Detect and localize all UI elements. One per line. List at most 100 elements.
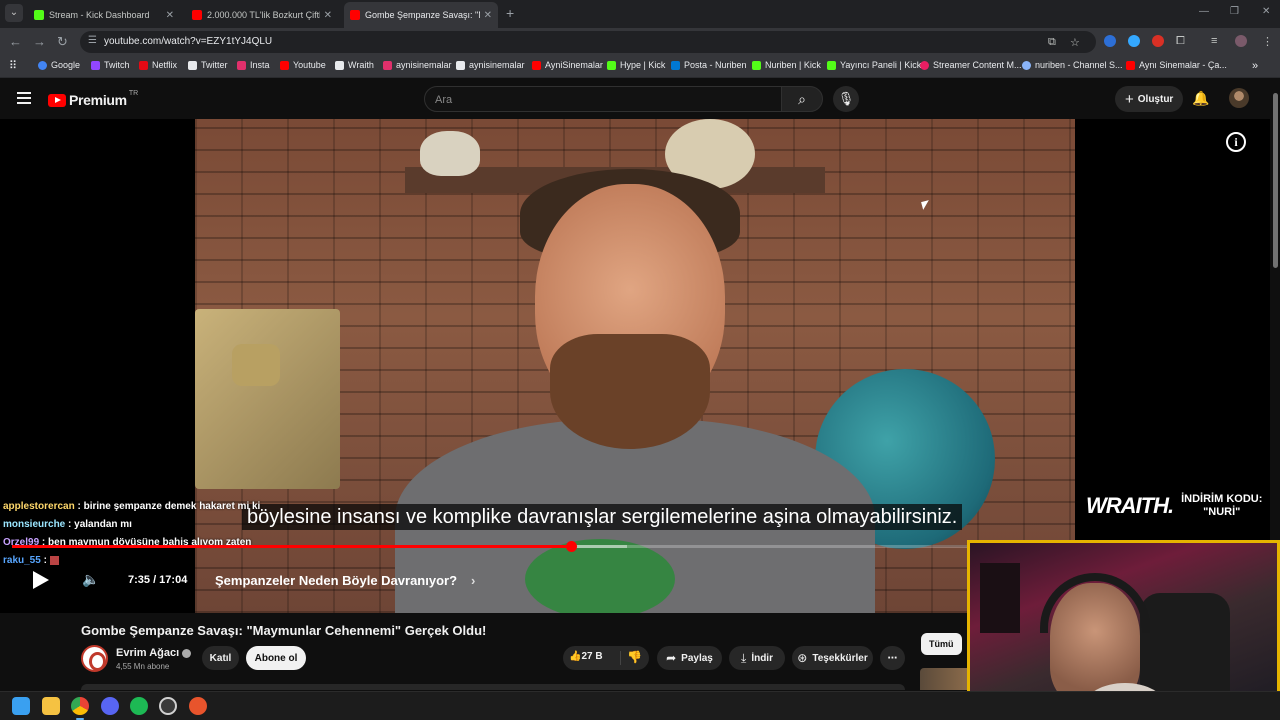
video-scene-shirt-logo xyxy=(525,539,675,613)
tab-bozkurt-video[interactable]: 2.000.000 TL'lik Bozkurt Çiftliği ✕ xyxy=(186,2,338,28)
subscribe-button[interactable]: Abone ol xyxy=(246,646,306,670)
bookmark-item[interactable]: aynisinemalar xyxy=(456,60,525,70)
brand-text: Premium xyxy=(69,92,127,108)
bookmark-item[interactable]: Twitter xyxy=(188,60,228,70)
bookmark-item[interactable]: Wraith xyxy=(335,60,374,70)
filter-chip-all[interactable]: Tümü xyxy=(921,633,962,655)
apps-grid-icon[interactable]: ⠿ xyxy=(9,59,17,72)
chapter-button[interactable]: Şempanzeler Neden Böyle Davranıyor? › xyxy=(215,573,475,588)
tab-close-icon[interactable]: ✕ xyxy=(166,10,174,21)
extensions-puzzle-icon[interactable]: ⧠ xyxy=(1176,35,1185,48)
tab-search-icon[interactable]: ⌄ xyxy=(5,4,23,22)
video-info-icon[interactable]: i xyxy=(1226,132,1246,152)
bookmark-item[interactable]: Hype | Kick xyxy=(607,60,665,70)
file-explorer-icon[interactable] xyxy=(42,697,60,715)
chat-username: applestorercan xyxy=(3,501,75,512)
bookmark-item[interactable]: Nuriben | Kick xyxy=(752,60,821,70)
progress-scrubber[interactable] xyxy=(565,541,577,552)
recommended-video-thumbnail[interactable] xyxy=(920,668,967,690)
discount-code-value: "NURİ" xyxy=(1203,506,1241,518)
url-text[interactable]: youtube.com/watch?v=EZY1tYJ4QLU xyxy=(104,36,272,47)
discount-code-label: İNDİRİM KODU: xyxy=(1181,493,1263,505)
bookmark-item[interactable]: Posta - Nuriben xyxy=(671,60,747,70)
play-button[interactable] xyxy=(33,571,49,589)
bookmark-item[interactable]: AyniSinemalar xyxy=(532,60,603,70)
back-icon[interactable]: ← xyxy=(9,34,22,49)
bookmark-item[interactable]: Yayıncı Paneli | Kick xyxy=(827,60,921,70)
tab-close-icon[interactable]: ✕ xyxy=(484,10,492,21)
site-info-icon[interactable]: ☰ xyxy=(88,35,97,46)
video-subtitle: böylesine insansı ve komplike davranışla… xyxy=(242,504,963,530)
more-bookmarks-icon[interactable]: » xyxy=(1252,60,1258,72)
discord-icon[interactable] xyxy=(101,697,119,715)
forward-icon[interactable]: → xyxy=(33,34,46,49)
bookmark-star-icon[interactable]: ☆ xyxy=(1070,36,1080,49)
bookmark-item[interactable]: aynisinemalar xyxy=(383,60,452,70)
obs-icon[interactable] xyxy=(159,697,177,715)
spotify-icon[interactable] xyxy=(130,697,148,715)
youtube-logo[interactable]: Premium TR xyxy=(48,90,138,108)
tab-title: 2.000.000 TL'lik Bozkurt Çiftliği xyxy=(207,10,320,20)
bookmark-item[interactable]: Twitch xyxy=(91,60,130,70)
more-actions-button[interactable]: ⋯ xyxy=(880,646,905,670)
download-icon: ⤓ xyxy=(741,650,747,665)
youtube-header: Premium TR Ara ⌕ 🎙 + Oluştur 🔔 xyxy=(0,79,1280,119)
bookmark-item[interactable]: Aynı Sinemalar - Ça... xyxy=(1126,60,1227,70)
extension-red-icon[interactable] xyxy=(1152,35,1164,47)
dislike-button[interactable]: 👎 xyxy=(627,650,642,664)
account-avatar[interactable] xyxy=(1229,88,1249,108)
bookmark-item[interactable]: nuriben - Channel S... xyxy=(1022,60,1123,70)
tab-kick-dashboard[interactable]: Stream - Kick Dashboard ✕ xyxy=(28,2,180,28)
profile-icon[interactable] xyxy=(1235,35,1247,47)
bookmark-item[interactable]: Google xyxy=(38,60,80,70)
tab-close-icon[interactable]: ✕ xyxy=(324,10,332,21)
close-window-icon[interactable]: ✕ xyxy=(1262,6,1270,17)
app-icon[interactable] xyxy=(189,697,207,715)
chrome-icon[interactable] xyxy=(71,697,89,715)
bookmark-item[interactable]: Netflix xyxy=(139,60,177,70)
like-button[interactable]: 👍 27 B xyxy=(569,651,603,662)
voice-search-button[interactable]: 🎙 xyxy=(833,86,859,112)
search-button[interactable]: ⌕ xyxy=(781,86,823,112)
bookmark-item[interactable]: Youtube xyxy=(280,60,326,70)
discount-code: İNDİRİM KODU: "NURİ" xyxy=(1181,493,1262,519)
more-dots-icon: ⋯ xyxy=(887,652,898,664)
create-button[interactable]: + Oluştur xyxy=(1115,86,1184,112)
extension-blue-icon[interactable] xyxy=(1128,35,1140,47)
bookmark-item[interactable]: Insta xyxy=(237,60,270,70)
channel-name[interactable]: Evrim Ağacı xyxy=(116,647,192,659)
volume-icon[interactable]: 🔈 xyxy=(82,571,99,588)
video-player[interactable]: i böylesine insansı ve komplike davranış… xyxy=(0,119,1270,613)
join-button[interactable]: Katıl xyxy=(202,646,239,670)
bookmark-item[interactable]: Streamer Content M... xyxy=(920,60,1022,70)
menu-dots-icon[interactable]: ⋮ xyxy=(1262,35,1273,48)
tab-gombe-video[interactable]: Gombe Şempanze Savaşı: "Maymunlar ✕ xyxy=(344,2,498,28)
description-box[interactable] xyxy=(81,684,905,690)
menu-hamburger-icon[interactable] xyxy=(17,92,31,104)
chapter-title: Şempanzeler Neden Böyle Davranıyor? xyxy=(215,573,458,588)
thanks-button[interactable]: ⊛ Teşekkürler xyxy=(792,646,873,670)
windows-start-icon[interactable] xyxy=(12,697,30,715)
video-frame[interactable] xyxy=(195,119,1075,613)
share-button[interactable]: ➦ Paylaş xyxy=(657,646,722,670)
reload-icon[interactable]: ↻ xyxy=(57,34,68,50)
maximize-icon[interactable]: ❐ xyxy=(1230,6,1239,17)
cast-icon[interactable]: ⧉ xyxy=(1048,36,1056,49)
new-tab-icon[interactable]: + xyxy=(506,5,514,21)
notifications-bell-icon[interactable]: 🔔 xyxy=(1192,90,1209,107)
extension-shield-icon[interactable] xyxy=(1104,35,1116,47)
outlook-icon xyxy=(671,60,680,70)
channel-avatar[interactable] xyxy=(81,645,108,672)
instagram-icon xyxy=(383,60,392,70)
minimize-icon[interactable]: — xyxy=(1199,6,1209,17)
omnibox[interactable]: ☰ youtube.com/watch?v=EZY1tYJ4QLU ⧉ ☆ xyxy=(80,31,1096,53)
download-button[interactable]: ⤓ İndir xyxy=(729,646,785,670)
scrollbar-thumb[interactable] xyxy=(1273,93,1278,268)
chat-username: monsieurche xyxy=(3,519,66,530)
facecam-shelf xyxy=(980,563,1020,633)
tab-title: Stream - Kick Dashboard xyxy=(49,10,150,20)
media-control-icon[interactable]: ≡ xyxy=(1211,35,1217,47)
create-label: Oluştur xyxy=(1137,93,1174,105)
search-input[interactable]: Ara xyxy=(424,86,782,112)
sponsor-overlay: WRAITH. İNDİRİM KODU: "NURİ" xyxy=(1086,493,1262,519)
